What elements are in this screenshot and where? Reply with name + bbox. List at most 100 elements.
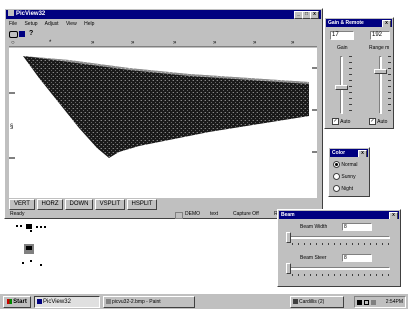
menu-setup[interactable]: Setup [24, 21, 37, 27]
status-demo: DEMO [185, 211, 200, 217]
main-titlebar[interactable]: PicView32 _ □ x [6, 10, 321, 19]
beam-steer-track[interactable] [286, 267, 390, 270]
vsplit-button[interactable]: VSPLIT [95, 199, 125, 210]
color-option-sunny[interactable]: Sunny [333, 173, 356, 181]
horz-button[interactable]: HORZ [37, 199, 63, 210]
app-icon [8, 10, 14, 17]
paint-icon [106, 299, 111, 305]
save-icon[interactable] [19, 31, 25, 37]
start-button[interactable]: Start [3, 296, 31, 308]
gain-remote-titlebar[interactable]: Gain & Remote x [326, 19, 392, 27]
range-value-field[interactable]: 192 [370, 31, 390, 40]
gain-label: Gain [337, 45, 348, 51]
task-paint[interactable]: picvu32-2.bmp - Paint [103, 296, 195, 308]
beam-steer-thumb[interactable] [286, 263, 291, 274]
hsplit-button[interactable]: HSPLIT [127, 199, 157, 210]
range-slider-track[interactable] [379, 56, 382, 114]
radio-sunny[interactable] [333, 173, 340, 180]
range-auto-label: Auto [377, 118, 388, 125]
ruler-mark: » [291, 40, 295, 46]
beam-window: Beam x Beam Width 8 Beam Steer 8 [277, 209, 401, 287]
status-capture: Capture Off [233, 211, 259, 217]
task-label: Cardillis (2) [299, 299, 325, 305]
ruler-mark: » [91, 40, 95, 46]
color-option-label: Sunny [341, 173, 356, 180]
gain-remote-title: Gain & Remote [328, 20, 364, 26]
vert-button[interactable]: VERT [9, 199, 35, 210]
beam-close-button[interactable]: x [389, 212, 398, 219]
range-slider-thumb[interactable] [374, 69, 387, 75]
ruler-mark: » [253, 40, 257, 46]
sonar-image [9, 56, 317, 159]
task-label: PicView32 [43, 299, 71, 305]
beam-width-label: Beam Width [300, 224, 328, 230]
beam-steer-ticks [292, 274, 390, 276]
tray-icon[interactable] [364, 300, 369, 305]
color-option-night[interactable]: Night [333, 185, 353, 193]
beam-steer-field[interactable]: 8 [342, 254, 372, 262]
view-button-bar: VERT HORZ DOWN VSPLIT HSPLIT [9, 199, 159, 210]
beam-width-track[interactable] [286, 236, 390, 239]
range-value: 192 [372, 32, 383, 38]
color-option-label: Night [341, 185, 354, 192]
gain-auto-checkbox[interactable]: ✓ Auto [332, 118, 350, 126]
clock[interactable]: 2:54PM [386, 297, 403, 307]
help-icon[interactable]: ? [29, 30, 33, 38]
ruler-mark: » [131, 40, 135, 46]
gain-remote-close-button[interactable]: x [382, 20, 391, 27]
beam-width-field[interactable]: 8 [342, 223, 372, 231]
color-option-label: Normal [341, 161, 358, 168]
range-label: Range m [369, 45, 390, 51]
toolbar: ? [9, 30, 69, 38]
sonar-app-icon [37, 298, 42, 304]
windows-logo-icon [7, 298, 13, 304]
beam-steer-value: 8 [344, 255, 347, 261]
task-cardillis[interactable]: Cardillis (2) [290, 296, 344, 308]
menu-adjust[interactable]: Adjust [45, 21, 59, 27]
start-label: Start [13, 299, 27, 305]
gain-slider-thumb[interactable] [335, 85, 348, 91]
status-mode: text [210, 211, 219, 217]
gain-value: 17 [332, 32, 339, 38]
radio-normal[interactable] [333, 161, 340, 168]
open-icon[interactable] [9, 31, 18, 38]
beam-title: Beam [281, 212, 295, 218]
menu-view[interactable]: View [66, 21, 77, 27]
tray-icon[interactable] [357, 300, 362, 305]
ruler-origin-icon: ○ [11, 40, 15, 46]
beam-width-value: 8 [344, 224, 347, 230]
color-close-button[interactable]: x [358, 150, 367, 157]
menu-bar: File Setup Adjust View Help [9, 21, 309, 28]
side-mark: § [10, 124, 14, 130]
top-ruler: ○ * » » » » » » [9, 40, 317, 47]
range-auto-check[interactable]: ✓ [369, 118, 376, 125]
color-option-normal[interactable]: Normal [333, 161, 358, 169]
status-ready: Ready [10, 211, 25, 217]
task-label: picvu32-2.bmp - Paint [112, 299, 161, 305]
radio-night[interactable] [333, 185, 340, 192]
task-picview[interactable]: PicView32 [34, 296, 100, 308]
color-title: Color [332, 150, 346, 156]
gain-auto-check[interactable]: ✓ [332, 118, 339, 125]
tray-icon[interactable] [371, 300, 376, 305]
range-auto-checkbox[interactable]: ✓ Auto [369, 118, 387, 126]
range-ticks [388, 56, 391, 114]
window-title: PicView32 [16, 11, 46, 17]
gain-auto-label: Auto [340, 118, 351, 125]
ruler-mark: » [213, 40, 217, 46]
system-tray: 2:54PM [354, 296, 406, 308]
gain-ticks [349, 56, 352, 114]
color-titlebar[interactable]: Color x [330, 149, 368, 157]
sonar-image-area[interactable]: § [9, 48, 317, 198]
taskbar: Start PicView32 picvu32-2.bmp - Paint Ca… [0, 293, 408, 309]
status-indicator [175, 212, 183, 219]
status-bar: Ready DEMO text Capture Off R [9, 211, 319, 219]
beam-titlebar[interactable]: Beam x [279, 211, 399, 219]
menu-file[interactable]: File [9, 21, 17, 27]
beam-width-thumb[interactable] [286, 232, 291, 243]
gain-value-field[interactable]: 17 [330, 31, 354, 40]
menu-help[interactable]: Help [84, 21, 94, 27]
color-window: Color x Normal Sunny Night [328, 147, 370, 197]
down-button[interactable]: DOWN [65, 199, 93, 210]
close-button[interactable]: x [310, 11, 319, 19]
